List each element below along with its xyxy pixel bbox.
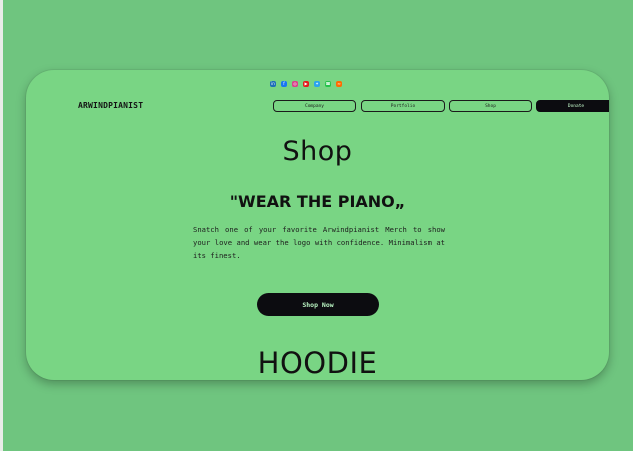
brand-logo[interactable]: ARWINDPIANIST [78,101,143,110]
facebook-icon[interactable]: f [281,81,287,87]
page-subtitle: "WEAR THE PIANO„ [229,192,406,211]
shop-description: Snatch one of your favorite Arwindpianis… [193,225,445,260]
youtube-icon[interactable]: ▶ [303,81,309,87]
shop-now-button[interactable]: Shop Now [257,293,379,316]
linkedin-icon[interactable]: in [270,81,276,87]
main-card: in f ◎ ▶ ✦ ☎ ≈ ARWINDPIANIST Company Portfolio… [26,70,609,380]
instagram-icon[interactable]: ◎ [292,81,298,87]
page-title: Shop [282,136,353,167]
nav-shop-button[interactable]: Shop [449,100,532,112]
twitter-icon[interactable]: ✦ [314,81,320,87]
window-edge [0,0,3,451]
social-links: in f ◎ ▶ ✦ ☎ ≈ [270,81,342,87]
soundcloud-icon[interactable]: ≈ [336,81,342,87]
nav-company-button[interactable]: Company [273,100,356,112]
nav-portfolio-button[interactable]: Portfolio [361,100,445,112]
product-heading: HOODIE [257,346,378,380]
nav-donate-button[interactable]: Donate [536,100,609,112]
whatsapp-icon[interactable]: ☎ [325,81,331,87]
